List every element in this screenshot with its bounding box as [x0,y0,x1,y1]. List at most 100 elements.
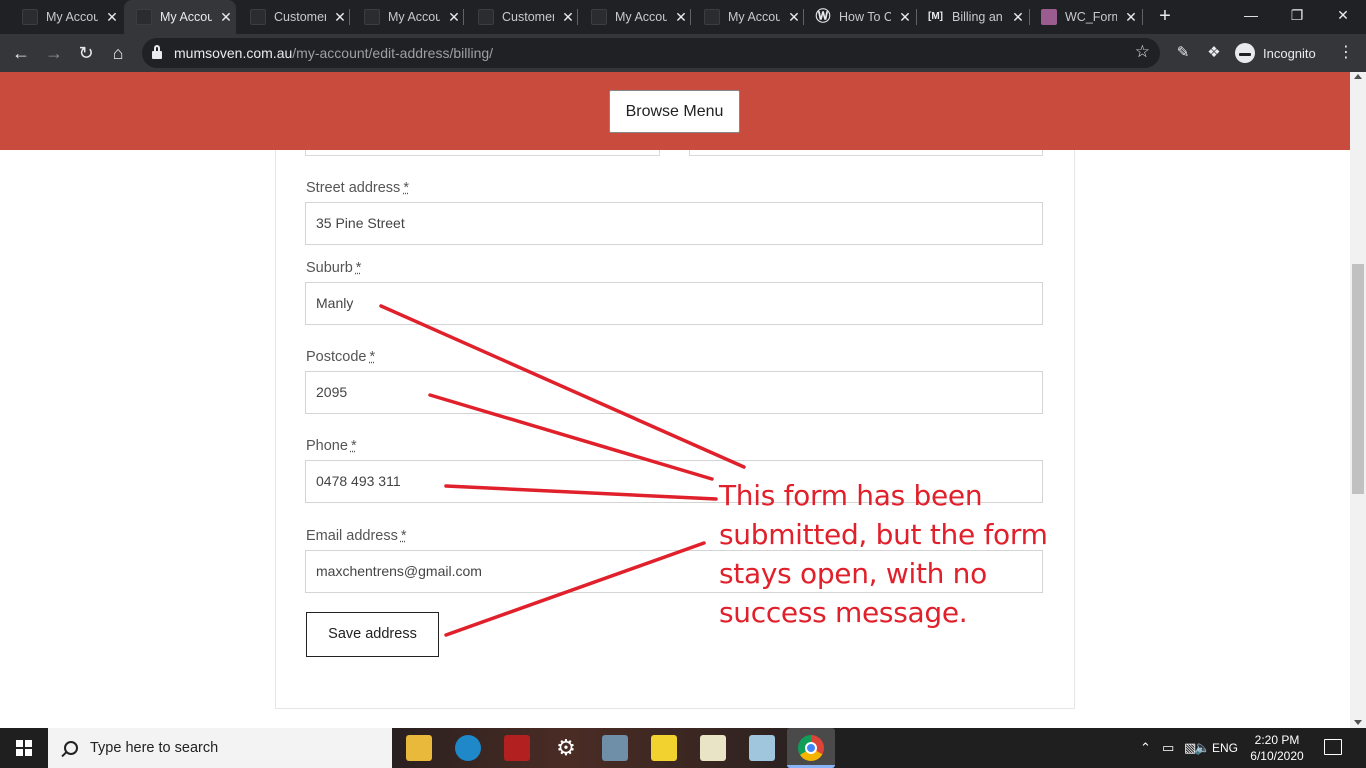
reload-icon[interactable]: ↻ [74,41,98,65]
tab-title: My Account [728,10,780,24]
browser-tab[interactable]: Customer ✕ [466,0,578,34]
annotation-text: This form has been submitted, but the fo… [719,479,1048,629]
close-icon[interactable]: ✕ [220,9,232,26]
windows-logo-icon [16,740,32,756]
notification-icon[interactable] [1324,739,1342,755]
close-icon[interactable]: ✕ [1125,9,1137,26]
browser-tab[interactable]: My Account ✕ [352,0,464,34]
browser-tab[interactable]: WC_Form ✕ [1031,0,1143,34]
save-address-button[interactable]: Save address [306,612,439,657]
close-icon[interactable]: ✕ [788,9,800,26]
address-bar[interactable]: mumsoven.com.au/my-account/edit-address/… [142,38,1160,68]
tab-title: My Account [615,10,667,24]
woo-icon [1041,9,1057,25]
forward-icon[interactable]: → [42,41,66,65]
postcode-input[interactable]: 2095 [305,371,1043,414]
close-icon[interactable]: ✕ [448,9,460,26]
browser-toolbar: ← → ↻ ⌂ mumsoven.com.au/my-account/edit-… [0,34,1366,72]
lock-icon [152,45,162,59]
browser-tab[interactable]: My Account ✕ [579,0,691,34]
site-header-bar: Browse Menu [0,72,1350,150]
file-explorer-icon[interactable] [406,735,432,761]
tab-strip: My Account ✕ My Account ✕ Customer ✕ My … [0,0,1366,34]
new-tab-button[interactable]: + [1156,5,1174,29]
url-host: mumsoven.com.au [174,45,293,61]
page-icon [591,9,607,25]
back-icon[interactable]: ← [9,41,33,65]
url-text: mumsoven.com.au/my-account/edit-address/… [174,45,493,61]
browser-tab[interactable]: My Account ✕ [0,0,122,34]
tab-title: Customer [502,10,554,24]
url-path: /my-account/edit-address/billing/ [292,45,494,61]
page-icon [704,9,720,25]
browse-menu-button[interactable]: Browse Menu [609,90,740,133]
suburb-input[interactable]: Manly [305,282,1043,325]
chrome-icon [798,735,824,761]
extensions-puzzle-icon[interactable]: ❖ [1204,43,1224,63]
search-placeholder: Type here to search [90,740,219,756]
page-icon [22,9,38,25]
clock-date: 6/10/2020 [1250,749,1304,763]
page-icon [478,9,494,25]
incognito-label: Incognito [1263,45,1316,61]
clock[interactable]: 2:20 PM 6/10/2020 [1244,732,1310,764]
postcode-label: Postcode * [306,349,376,365]
minimize-button[interactable]: — [1228,0,1274,30]
chevron-up-icon[interactable]: ⌃ [1140,740,1151,756]
page-icon [136,9,152,25]
restore-button[interactable]: ❐ [1274,0,1320,30]
browser-tab[interactable]: [M] Billing an ✕ [918,0,1030,34]
volume-icon[interactable]: 🔈 [1194,740,1210,756]
browser-tab-active[interactable]: My Account ✕ [124,0,236,34]
phone-label: Phone * [306,438,357,454]
tab-title: My Account [160,10,212,24]
bookmark-star-icon[interactable]: ☆ [1135,42,1150,62]
tasks-icon[interactable] [700,735,726,761]
street-address-input[interactable]: 35 Pine Street [305,202,1043,245]
close-icon[interactable]: ✕ [106,9,118,26]
tab-title: Billing an [952,10,1003,24]
settings-icon[interactable]: ⚙ [553,735,579,761]
filezilla-icon[interactable] [504,735,530,761]
menu-icon[interactable]: ⋮ [1336,43,1356,63]
language-indicator[interactable]: ENG [1212,741,1238,755]
incognito-indicator[interactable]: Incognito [1235,41,1316,65]
search-icon [64,741,78,755]
chrome-taskbar-button[interactable] [787,728,835,768]
app-icon[interactable] [455,735,481,761]
close-icon[interactable]: ✕ [334,9,346,26]
close-icon[interactable]: ✕ [562,9,574,26]
tab-title: My Account [46,10,98,24]
scrollbar-thumb[interactable] [1352,264,1364,494]
tab-title: Customer [274,10,326,24]
incognito-icon [1235,43,1255,63]
page-icon [250,9,266,25]
home-icon[interactable]: ⌂ [106,41,130,65]
browser-tab[interactable]: Customer ✕ [238,0,350,34]
page-icon [364,9,380,25]
taskbar-search-box[interactable]: Type here to search [48,728,392,768]
close-icon[interactable]: ✕ [675,9,687,26]
windows-taskbar: Type here to search ⚙ ⌃ ▭ ▧ 🔈 ENG 2:20 P… [0,728,1366,768]
m-icon: [M] [928,9,944,25]
battery-icon[interactable]: ▭ [1162,740,1174,756]
app-icon[interactable] [749,735,775,761]
clock-time: 2:20 PM [1254,733,1300,747]
sticky-notes-icon[interactable] [651,735,677,761]
scroll-up-icon[interactable] [1354,74,1362,79]
email-label: Email address * [306,528,407,544]
close-window-button[interactable]: ✕ [1320,0,1366,30]
browser-tab[interactable]: Ⓦ How To C ✕ [805,0,917,34]
tab-title: How To C [839,10,891,24]
scroll-down-icon[interactable] [1354,720,1362,725]
calculator-icon[interactable] [602,735,628,761]
suburb-label: Suburb * [306,260,362,276]
browser-tab[interactable]: My Account ✕ [692,0,804,34]
close-icon[interactable]: ✕ [899,9,911,26]
page-scrollbar[interactable] [1350,72,1366,728]
start-button[interactable] [0,728,48,768]
extension-icon[interactable]: ✎ [1173,43,1193,63]
wordpress-icon: Ⓦ [815,8,831,25]
tab-title: My Account [388,10,440,24]
close-icon[interactable]: ✕ [1012,9,1024,26]
